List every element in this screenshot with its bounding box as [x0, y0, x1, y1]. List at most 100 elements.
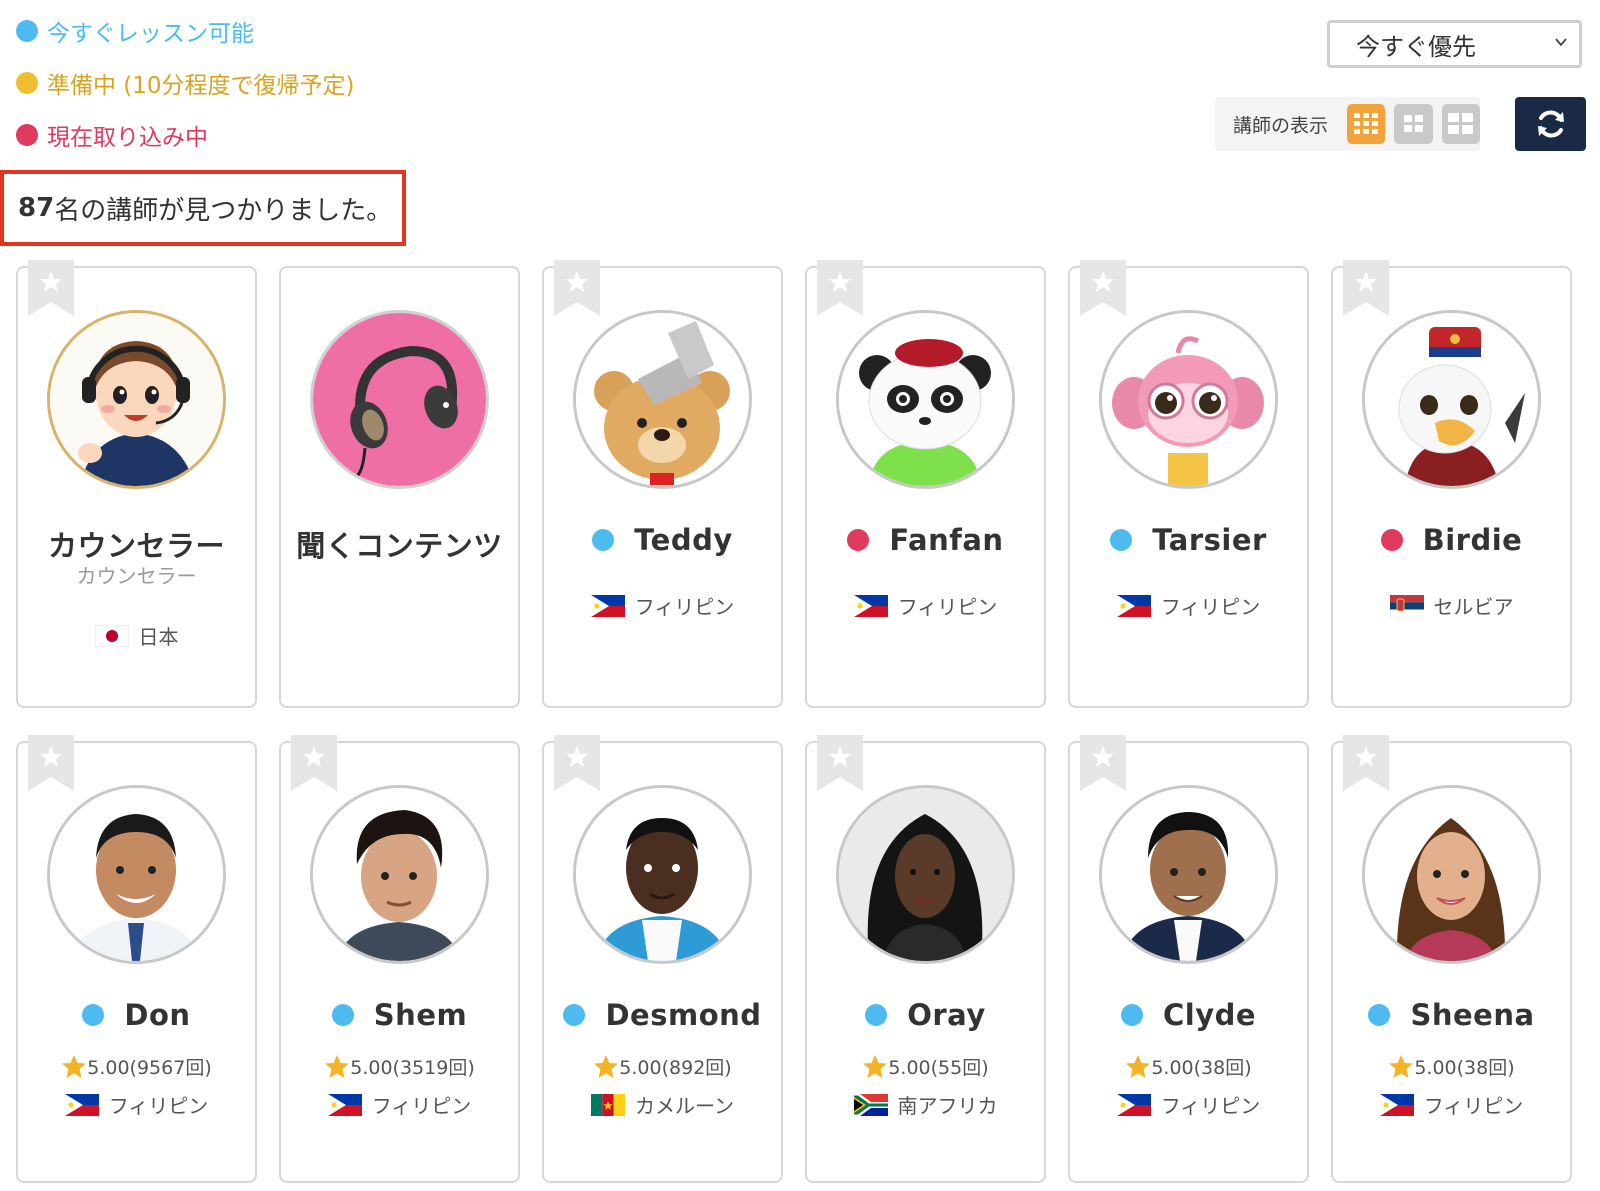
- tutor-name-row: Tarsier: [1070, 523, 1307, 557]
- tutor-name: Desmond: [605, 998, 762, 1032]
- tutor-rating-value: 5.00(38回): [1414, 1057, 1515, 1079]
- card-title-row: 聞くコンテンツ: [281, 523, 518, 565]
- tutor-country-name: フィリピン: [634, 595, 735, 619]
- serbia-flag-icon: [1389, 594, 1424, 617]
- tutor-country: フィリピン: [18, 1090, 255, 1119]
- tutor-country-name: フィリピン: [371, 1094, 472, 1118]
- view-medium-grid-button[interactable]: [1394, 104, 1433, 144]
- philippines-flag-icon: [1116, 1093, 1151, 1116]
- tutor-name-row: Desmond: [544, 998, 781, 1032]
- available-dot-icon: [16, 20, 38, 42]
- philippines-flag-icon: [64, 1093, 99, 1116]
- tutor-country: フィリピン: [807, 591, 1044, 620]
- tutor-country-name: 南アフリカ: [897, 1094, 998, 1118]
- tutor-card-don[interactable]: Don 5.00(9567回) フィリピン: [16, 735, 257, 1183]
- status-available-icon: [1120, 1004, 1143, 1026]
- tutor-name-row: Don: [18, 998, 255, 1032]
- bookmark-icon[interactable]: [554, 260, 600, 316]
- listening-content-card[interactable]: 聞くコンテンツ: [279, 266, 520, 708]
- tutor-country-name: セルビア: [1433, 595, 1514, 619]
- tutor-subtitle: カウンセラー: [76, 564, 197, 588]
- view-small-grid-button[interactable]: [1347, 104, 1386, 144]
- tutor-name: Sheena: [1410, 998, 1535, 1032]
- tutor-card-teddy[interactable]: Teddy フィリピン: [542, 260, 783, 708]
- philippines-flag-icon: [327, 1093, 362, 1116]
- tutor-rating: 5.00(3519回): [281, 1053, 518, 1080]
- tutor-card-oray[interactable]: Oray 5.00(55回) 南アフリカ: [805, 735, 1046, 1183]
- legend-preparing: 準備中 (10分程度で復帰予定): [16, 66, 355, 100]
- bookmark-icon[interactable]: [1343, 260, 1389, 316]
- bookmark-icon[interactable]: [554, 735, 600, 791]
- tutor-country-name: フィリピン: [897, 595, 998, 619]
- tutor-card-tarsier[interactable]: Tarsier フィリピン: [1068, 260, 1309, 708]
- tutor-card-shem[interactable]: Shem 5.00(3519回) フィリピン: [279, 735, 520, 1183]
- status-available-icon: [331, 1004, 354, 1026]
- bookmark-icon[interactable]: [817, 735, 863, 791]
- japan-flag-icon: [94, 624, 129, 647]
- tutor-name-row: Clyde: [1070, 998, 1307, 1032]
- grid-large-icon: [1447, 113, 1473, 134]
- refresh-icon: [1537, 110, 1564, 138]
- tutor-country: フィリピン: [544, 591, 781, 620]
- status-available-icon: [865, 1004, 888, 1026]
- tutor-rating-value: 5.00(3519回): [350, 1057, 475, 1079]
- avatar: [1099, 785, 1278, 964]
- tutor-card-sheena[interactable]: Sheena 5.00(38回) フィリピン: [1331, 735, 1572, 1183]
- tutor-card-counselor[interactable]: カウンセラー カウンセラー 日本: [16, 260, 257, 708]
- tutor-name-row: Fanfan: [807, 523, 1044, 557]
- sort-select[interactable]: 今すぐ優先: [1327, 20, 1582, 68]
- status-busy-icon: [847, 529, 870, 551]
- philippines-flag-icon: [590, 594, 625, 617]
- tutor-country: 日本: [18, 621, 255, 650]
- philippines-flag-icon: [1379, 1093, 1414, 1116]
- star-icon: [62, 1054, 87, 1078]
- tutor-name: Tarsier: [1152, 523, 1267, 557]
- star-icon: [1126, 1054, 1151, 1078]
- tutor-card-desmond[interactable]: Desmond 5.00(892回) カメルーン: [542, 735, 783, 1183]
- tutor-rating: 5.00(38回): [1070, 1053, 1307, 1080]
- view-toggle-label: 講師の表示: [1233, 114, 1329, 137]
- status-available-icon: [563, 1004, 586, 1026]
- refresh-button[interactable]: [1515, 97, 1586, 151]
- tutor-name: Teddy: [634, 523, 733, 557]
- results-count-text: 名の講師が見つかりました。: [54, 195, 393, 226]
- bookmark-icon[interactable]: [817, 260, 863, 316]
- chevron-down-icon: [1555, 38, 1567, 47]
- tutor-name: Shem: [373, 998, 468, 1032]
- legend-available: 今すぐレッスン可能: [16, 14, 254, 48]
- tutor-card-clyde[interactable]: Clyde 5.00(38回) フィリピン: [1068, 735, 1309, 1183]
- tutor-photo: [576, 788, 749, 961]
- bookmark-icon[interactable]: [28, 260, 74, 316]
- tutor-rating-value: 5.00(55回): [888, 1057, 989, 1079]
- tutor-country: フィリピン: [281, 1090, 518, 1119]
- tutor-card-fanfan[interactable]: Fanfan フィリピン: [805, 260, 1046, 708]
- avatar: [1362, 310, 1541, 489]
- view-large-grid-button[interactable]: [1441, 104, 1480, 144]
- legend-preparing-label: 準備中 (10分程度で復帰予定): [47, 73, 355, 99]
- tutor-rating: 5.00(38回): [1333, 1053, 1570, 1080]
- bookmark-icon[interactable]: [1080, 260, 1126, 316]
- avatar: [836, 310, 1015, 489]
- grid-small-icon: [1354, 113, 1379, 134]
- counselor-illustration: [50, 313, 223, 486]
- tutor-rating: 5.00(892回): [544, 1053, 781, 1080]
- tutor-rating-value: 5.00(892回): [619, 1057, 732, 1079]
- philippines-flag-icon: [1116, 594, 1151, 617]
- bookmark-icon[interactable]: [28, 735, 74, 791]
- tutor-photo: [1365, 788, 1538, 961]
- tutor-country-name: カメルーン: [635, 1094, 734, 1118]
- tutor-name-row: Birdie: [1333, 523, 1570, 557]
- tutor-country: 南アフリカ: [807, 1090, 1044, 1119]
- bookmark-icon[interactable]: [1343, 735, 1389, 791]
- results-count-number: 87: [18, 193, 55, 223]
- tutor-rating-value: 5.00(38回): [1151, 1057, 1252, 1079]
- monkey-mascot: [1102, 313, 1275, 486]
- tutor-rating-value: 5.00(9567回): [87, 1057, 212, 1079]
- tutor-name-row: カウンセラー: [18, 523, 255, 565]
- bookmark-icon[interactable]: [1080, 735, 1126, 791]
- preparing-dot-icon: [16, 72, 38, 94]
- tutor-country-name: フィリピン: [108, 1094, 209, 1118]
- bookmark-icon[interactable]: [291, 735, 337, 791]
- avatar: [836, 785, 1015, 964]
- tutor-card-birdie[interactable]: Birdie セルビア: [1331, 260, 1572, 708]
